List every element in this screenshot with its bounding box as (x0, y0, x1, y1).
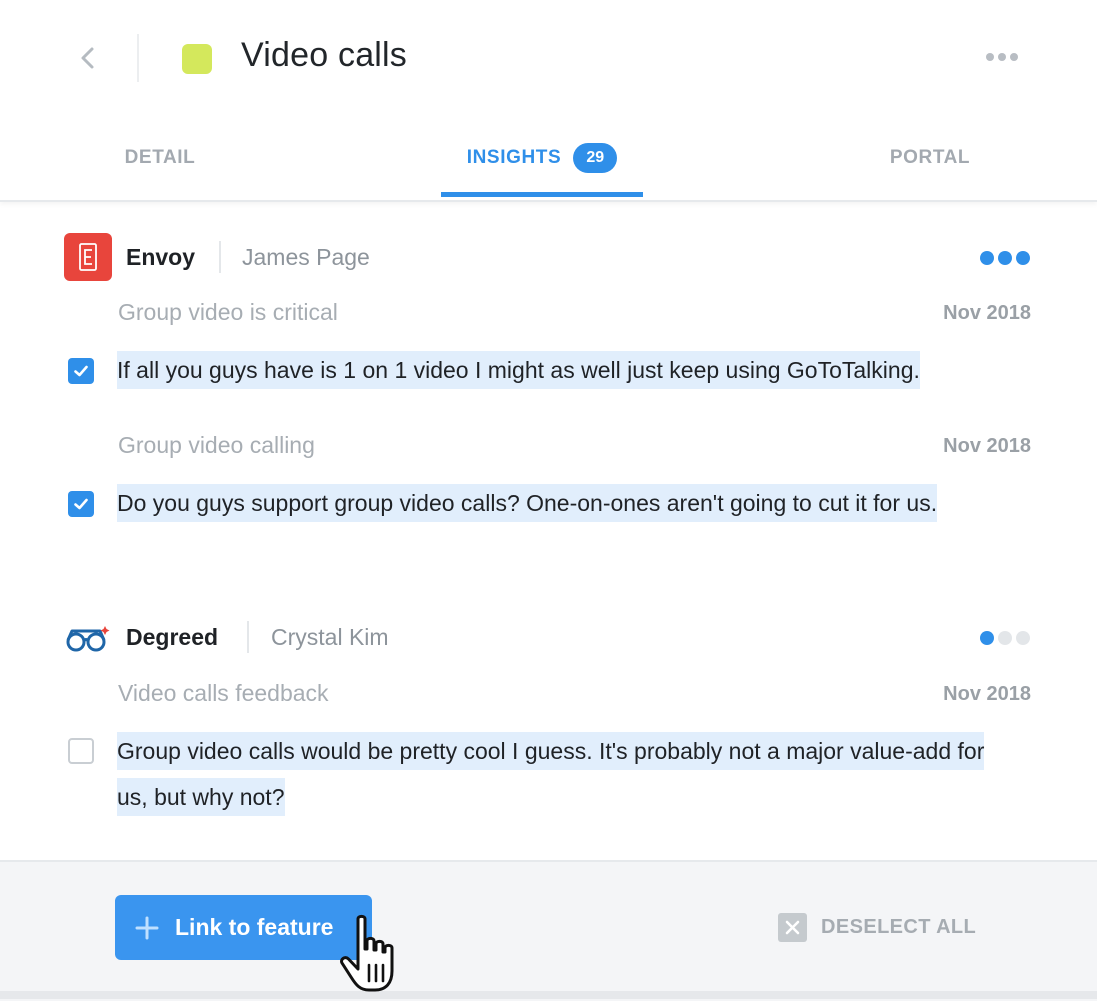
importance-dot (998, 251, 1012, 265)
importance-dot (1016, 631, 1030, 645)
degreed-glasses-logo-icon (66, 626, 110, 652)
company-name: Envoy (126, 244, 196, 270)
tab-insights-label: INSIGHTS (466, 147, 562, 168)
tab-portal-label: PORTAL (889, 147, 971, 168)
insight-quote[interactable]: Group video calls would be pretty cool I… (117, 728, 987, 820)
tab-bar: DETAIL INSIGHTS 29 PORTAL (0, 118, 1097, 202)
feature-color-swatch (182, 44, 212, 74)
envoy-logo-icon (64, 233, 112, 281)
importance-dot (998, 631, 1012, 645)
hand-pointer-cursor-icon (340, 914, 394, 992)
plus-icon (135, 916, 159, 939)
header-divider (137, 34, 139, 82)
insight-quote[interactable]: Do you guys support group video calls? O… (117, 480, 977, 526)
deselect-all-button[interactable]: DESELECT ALL (778, 913, 976, 942)
page-title: Video calls (241, 36, 408, 74)
more-options-button[interactable] (982, 44, 1022, 70)
tab-portal[interactable]: PORTAL (830, 118, 1030, 198)
insight-quote[interactable]: If all you guys have is 1 on 1 video I m… (117, 347, 997, 393)
tab-detail-label: DETAIL (124, 147, 196, 168)
importance-indicator (980, 251, 1030, 265)
checkmark-icon (74, 498, 88, 510)
company-header-degreed: Degreed Crystal Kim (64, 613, 1034, 663)
tab-insights[interactable]: INSIGHTS 29 (441, 118, 643, 198)
insight-date: Nov 2018 (943, 302, 1031, 324)
ellipsis-icon (986, 53, 1018, 61)
quote-text: Do you guys support group video calls? O… (117, 484, 938, 522)
importance-indicator (980, 631, 1030, 645)
insight-title: Group video calling (118, 432, 315, 458)
footer-edge (0, 991, 1097, 999)
insight-date: Nov 2018 (943, 435, 1031, 457)
insight-date: Nov 2018 (943, 683, 1031, 705)
link-to-feature-label: Link to feature (175, 914, 334, 940)
insight-checkbox[interactable] (68, 491, 94, 517)
importance-dot (980, 251, 994, 265)
deselect-all-label: DESELECT ALL (821, 916, 977, 938)
chevron-left-icon (81, 47, 94, 69)
header: Video calls (0, 0, 1097, 118)
active-tab-indicator (441, 192, 643, 197)
link-to-feature-button[interactable]: Link to feature (115, 895, 372, 960)
close-icon (778, 913, 807, 942)
person-name: Crystal Kim (271, 624, 389, 650)
company-separator (247, 621, 249, 653)
insight-title: Video calls feedback (118, 680, 329, 706)
quote-text: If all you guys have is 1 on 1 video I m… (117, 351, 920, 389)
company-name: Degreed (126, 624, 219, 650)
importance-dot (980, 631, 994, 645)
quote-text: Group video calls would be pretty cool I… (117, 732, 985, 816)
back-button[interactable] (74, 40, 102, 76)
importance-dot (1016, 251, 1030, 265)
person-name: James Page (242, 244, 370, 270)
insight-title: Group video is critical (118, 299, 338, 325)
company-separator (219, 241, 221, 273)
insight-checkbox[interactable] (68, 358, 94, 384)
checkmark-icon (74, 365, 88, 377)
insight-checkbox[interactable] (68, 738, 94, 764)
insights-count-badge: 29 (573, 143, 618, 173)
tab-detail[interactable]: DETAIL (60, 118, 260, 198)
company-header-envoy: Envoy James Page (64, 233, 1034, 283)
